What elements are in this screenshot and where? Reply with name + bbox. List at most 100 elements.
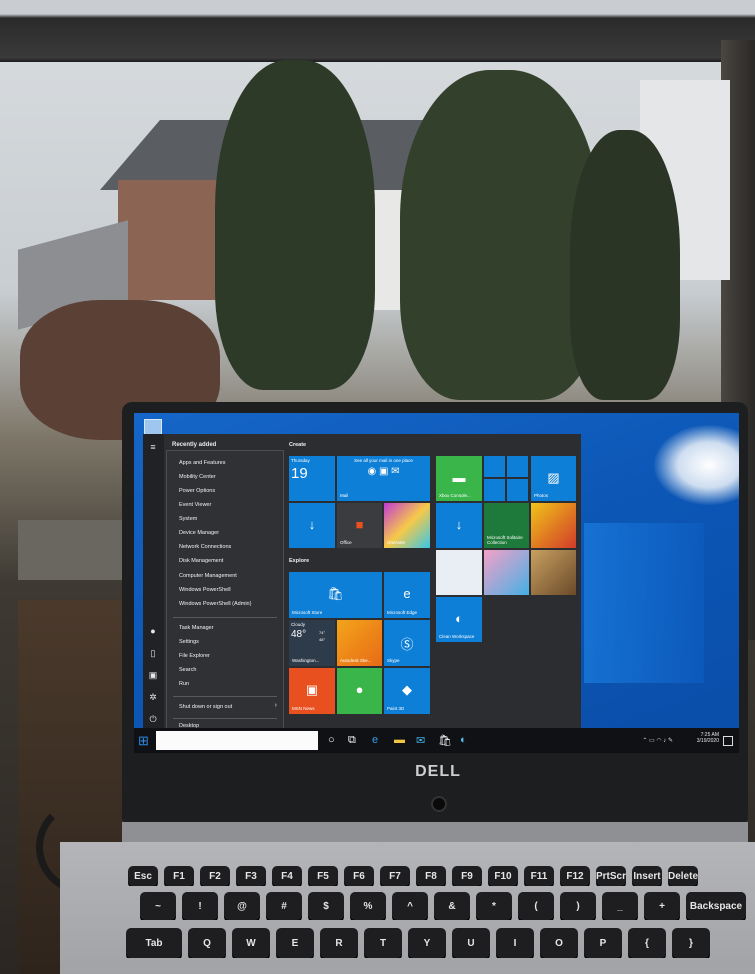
- key[interactable]: F1: [164, 866, 194, 886]
- system-tray-icons[interactable]: ⌃ ▭ ◠ ♪ ✎: [642, 737, 673, 744]
- skype-tile[interactable]: Ⓢ Skype: [384, 620, 430, 666]
- disney-tile[interactable]: [436, 550, 482, 595]
- menu-item-powershell[interactable]: Windows PowerShell: [179, 587, 231, 593]
- key[interactable]: }: [672, 928, 710, 958]
- key[interactable]: U: [452, 928, 490, 958]
- key[interactable]: ~: [140, 892, 176, 920]
- key[interactable]: F9: [452, 866, 482, 886]
- download-tile-2[interactable]: ↓: [436, 503, 482, 548]
- key[interactable]: F6: [344, 866, 374, 886]
- key[interactable]: ^: [392, 892, 428, 920]
- calendar-tile[interactable]: Thursday 19: [289, 456, 335, 501]
- onenote-tile[interactable]: OneNote: [384, 503, 430, 548]
- key[interactable]: $: [308, 892, 344, 920]
- edge-tile[interactable]: e Microsoft Edge: [384, 572, 430, 618]
- key[interactable]: Insert: [632, 866, 662, 886]
- store-taskbar-icon[interactable]: 🛍: [438, 734, 452, 747]
- key[interactable]: *: [476, 892, 512, 920]
- groove-tile[interactable]: [507, 456, 528, 477]
- user-avatar-icon[interactable]: ●: [148, 626, 158, 636]
- menu-item-system[interactable]: System: [179, 516, 197, 522]
- key[interactable]: Backspace: [686, 892, 746, 920]
- menu-item-search[interactable]: Search: [179, 667, 196, 673]
- key[interactable]: I: [496, 928, 534, 958]
- key[interactable]: F8: [416, 866, 446, 886]
- menu-item-disk-management[interactable]: Disk Management: [179, 558, 223, 564]
- key[interactable]: Esc: [128, 866, 158, 886]
- menu-item-apps-features[interactable]: Apps and Features: [179, 460, 225, 466]
- paint3d-tile[interactable]: ◆ Paint 3D: [384, 668, 430, 714]
- key[interactable]: F3: [236, 866, 266, 886]
- key[interactable]: Tab: [126, 928, 182, 958]
- movies-tile[interactable]: [484, 456, 505, 477]
- candy-crush-tile[interactable]: [531, 503, 576, 548]
- menu-item-event-viewer[interactable]: Event Viewer: [179, 502, 211, 508]
- documents-icon[interactable]: ▯: [148, 648, 158, 658]
- search-box[interactable]: [156, 731, 318, 750]
- menu-item-network-connections[interactable]: Network Connections: [179, 544, 231, 550]
- clock[interactable]: 7:25 AM 3/19/2020: [697, 732, 719, 744]
- key[interactable]: %: [350, 892, 386, 920]
- friends-game-tile[interactable]: [484, 550, 529, 595]
- menu-item-run[interactable]: Run: [179, 681, 189, 687]
- key[interactable]: T: [364, 928, 402, 958]
- menu-item-device-manager[interactable]: Device Manager: [179, 530, 219, 536]
- msn-news-tile[interactable]: ▣ MSN News: [289, 668, 335, 714]
- menu-item-powershell-admin[interactable]: Windows PowerShell (Admin): [179, 601, 251, 607]
- key[interactable]: _: [602, 892, 638, 920]
- key[interactable]: +: [644, 892, 680, 920]
- pictures-icon[interactable]: ▣: [148, 670, 158, 680]
- key[interactable]: F10: [488, 866, 518, 886]
- store-tile[interactable]: 🛍 Microsoft Store: [289, 572, 382, 618]
- key[interactable]: ): [560, 892, 596, 920]
- empires-game-tile[interactable]: [531, 550, 576, 595]
- green-app-tile[interactable]: ●: [337, 668, 382, 714]
- task-view-icon[interactable]: ⧉: [348, 734, 356, 747]
- file-explorer-icon[interactable]: ▬: [394, 734, 405, 746]
- key[interactable]: F4: [272, 866, 302, 886]
- sketchbook-tile[interactable]: Autodesk Ske...: [337, 620, 382, 666]
- download-tile[interactable]: ↓: [289, 503, 335, 548]
- camera-tile[interactable]: [507, 479, 528, 501]
- menu-item-file-explorer[interactable]: File Explorer: [179, 653, 210, 659]
- key[interactable]: @: [224, 892, 260, 920]
- mail-taskbar-icon[interactable]: ✉: [416, 734, 425, 747]
- xbox-tile[interactable]: ▬ Xbox Console...: [436, 456, 482, 501]
- hamburger-icon[interactable]: ≡: [148, 442, 158, 452]
- key[interactable]: Q: [188, 928, 226, 958]
- key[interactable]: (: [518, 892, 554, 920]
- edge-taskbar-icon[interactable]: e: [372, 734, 378, 746]
- menu-item-power-options[interactable]: Power Options: [179, 488, 215, 494]
- key[interactable]: P: [584, 928, 622, 958]
- key[interactable]: F7: [380, 866, 410, 886]
- key[interactable]: F12: [560, 866, 590, 886]
- app-taskbar-icon[interactable]: ◐: [460, 734, 467, 746]
- key[interactable]: R: [320, 928, 358, 958]
- weather-tile[interactable]: Cloudy 48° 74° 48° Washington...: [289, 620, 335, 666]
- key[interactable]: W: [232, 928, 270, 958]
- menu-item-mobility-center[interactable]: Mobility Center: [179, 474, 216, 480]
- power-icon[interactable]: ⏻: [148, 714, 158, 724]
- key[interactable]: Y: [408, 928, 446, 958]
- menu-item-settings[interactable]: Settings: [179, 639, 199, 645]
- mail-tile[interactable]: See all your mail in one place ◉ ▣ ✉ Mai…: [337, 456, 430, 501]
- settings-gear-icon[interactable]: ✲: [148, 692, 158, 702]
- office-tile[interactable]: ■ Office: [337, 503, 382, 548]
- key[interactable]: &: [434, 892, 470, 920]
- photos-tile[interactable]: ▨ Photos: [531, 456, 576, 501]
- action-center-icon[interactable]: [723, 736, 733, 746]
- calculator-tile[interactable]: [484, 479, 505, 501]
- menu-item-task-manager[interactable]: Task Manager: [179, 625, 214, 631]
- key[interactable]: !: [182, 892, 218, 920]
- key[interactable]: E: [276, 928, 314, 958]
- windows-start-icon[interactable]: ⊞: [138, 733, 149, 749]
- key[interactable]: O: [540, 928, 578, 958]
- key[interactable]: {: [628, 928, 666, 958]
- menu-item-computer-management[interactable]: Computer Management: [179, 573, 237, 579]
- cortana-icon[interactable]: ○: [328, 734, 335, 746]
- whiteboard-tile[interactable]: ◐ Clean Workspace: [436, 597, 482, 642]
- solitaire-tile[interactable]: Microsoft Solitaire Collection: [484, 503, 529, 548]
- menu-item-shut-down[interactable]: Shut down or sign out: [179, 704, 232, 710]
- key[interactable]: F11: [524, 866, 554, 886]
- key[interactable]: Delete: [668, 866, 698, 886]
